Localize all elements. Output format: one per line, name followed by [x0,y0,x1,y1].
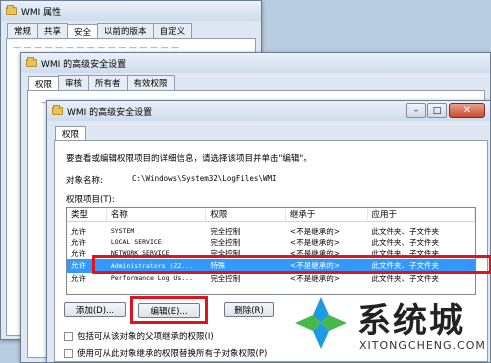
column-header[interactable]: 继承于 [286,208,368,221]
cell-name: LOCAL SERVICE [110,238,162,246]
replace-child-permissions-checkbox[interactable]: 使用可从此对象继承的权限替换所有子对象权限(P) [64,347,267,359]
permission-entries-label: 权限项目(T): [66,195,115,205]
permission-entries-list[interactable]: 类型 名称 权限 继承于 应用于 允许 SYSTEM 完全控制 <不是继承的> … [66,207,476,295]
list-header: 类型 名称 权限 继承于 应用于 [67,208,475,222]
cell-permission: 完全控制 [210,274,241,283]
watermark-logo: 系统城 XITONGCHENG.COM [291,291,487,357]
column-header[interactable]: 类型 [67,208,107,221]
cell-inherited: <不是继承的> [289,238,340,247]
advanced-front-title: WMI 的高级安全设置 [67,107,153,118]
include-inheritable-checkbox[interactable]: 包括可从该对象的父项继承的权限(I) [64,330,214,342]
watermark-brand-url: XITONGCHENG.COM [359,339,486,352]
properties-title: WMI 属性 [21,7,62,18]
watermark-brand-cn: 系统城 [357,301,465,341]
cell-applies-to: 此文件夹、子文件夹 [371,238,440,247]
object-name-value: C:\Windows\System32\LogFiles\WMI [132,174,277,183]
column-header[interactable]: 名称 [107,208,207,221]
xitongcheng-logo-icon [295,297,347,349]
cell-name: SYSTEM [110,227,135,235]
tab-auditing[interactable]: 审核 [58,75,90,91]
advanced-back-title: WMI 的高级安全设置 [41,59,127,70]
highlight-selected-row [92,255,491,274]
advanced-back-titlebar: WMI 的高级安全设置 [21,53,490,73]
folder-icon [26,57,37,67]
minimize-button[interactable]: – [406,103,426,118]
tab-previous-versions[interactable]: 以前的版本 [97,23,154,39]
checkbox-box[interactable] [64,348,73,358]
table-row[interactable]: 允许 LOCAL SERVICE 完全控制 <不是继承的> 此文件夹、子文件夹 [67,237,475,248]
tab-sharing[interactable]: 共享 [37,23,69,39]
close-button[interactable]: ✕ [449,103,485,118]
folder-icon [6,5,17,15]
cell-name: Performance Log Us... [110,274,193,282]
cell-applies-to: 此文件夹、子文件夹 [371,274,440,283]
checkbox-label: 包括可从该对象的父项继承的权限(I) [77,332,214,342]
column-header[interactable]: 权限 [206,208,286,221]
highlight-edit-button [130,296,208,324]
tab-customize[interactable]: 自定义 [152,23,193,39]
cell-type: 允许 [71,238,86,247]
tab-general[interactable]: 常规 [7,23,39,39]
checkbox-box[interactable] [64,331,73,341]
folder-icon [52,105,63,115]
ghost-text: — — — — — — — — — — — — — — — — [13,43,180,51]
add-button[interactable]: 添加(D)... [64,302,126,317]
maximize-button[interactable]: □ [427,103,447,118]
cell-permission: 完全控制 [210,238,241,247]
cell-inherited: <不是继承的> [289,227,340,236]
object-name-label: 对象名称: [66,176,103,186]
tab-effective-permissions[interactable]: 有效权限 [126,75,175,91]
cell-inherited: <不是继承的> [289,274,340,283]
cell-applies-to: 此文件夹、子文件夹 [371,227,440,236]
intro-text: 要查看或编辑权限项目的详细信息，请选择该项目并单击"编辑"。 [66,154,312,164]
column-header[interactable]: 应用于 [368,208,475,221]
table-row[interactable]: 允许 Performance Log Us... 完全控制 <不是继承的> 此文… [67,273,475,284]
delete-button[interactable]: 删除(R) [224,302,274,317]
cell-type: 允许 [71,274,86,283]
properties-titlebar: WMI 属性 [1,1,261,21]
tab-owner[interactable]: 所有者 [88,75,128,91]
checkbox-label: 使用可从此对象继承的权限替换所有子对象权限(P) [77,349,268,359]
cell-type: 允许 [71,227,86,236]
table-row[interactable]: 允许 SYSTEM 完全控制 <不是继承的> 此文件夹、子文件夹 [67,226,475,237]
cell-permission: 完全控制 [210,227,241,236]
